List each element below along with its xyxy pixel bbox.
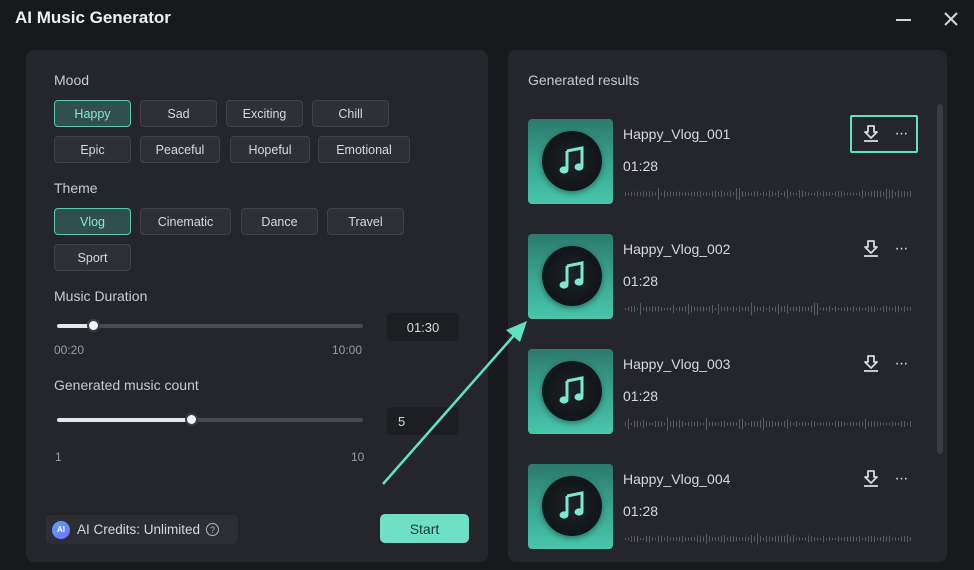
ai-credits-icon: AI <box>52 520 70 539</box>
mood-chip-epic[interactable]: Epic <box>54 136 131 163</box>
mood-chip-chill[interactable]: Chill <box>312 100 389 127</box>
download-icon[interactable] <box>862 469 880 489</box>
title-bar: AI Music Generator <box>0 0 974 38</box>
close-icon[interactable] <box>938 6 964 32</box>
start-button[interactable]: Start <box>380 514 469 543</box>
result-item[interactable]: Happy_Vlog_004 01:28 ··· <box>528 464 920 552</box>
theme-chip-sport[interactable]: Sport <box>54 244 131 271</box>
more-icon[interactable]: ··· <box>892 354 910 374</box>
result-thumbnail <box>528 119 613 204</box>
result-thumbnail <box>528 464 613 549</box>
result-item[interactable]: Happy_Vlog_002 01:28 ··· <box>528 234 920 322</box>
mood-chip-peaceful[interactable]: Peaceful <box>140 136 220 163</box>
music-note-icon <box>542 246 602 306</box>
minimize-icon[interactable] <box>891 6 917 32</box>
download-icon[interactable] <box>862 239 880 259</box>
duration-slider-track[interactable] <box>57 324 363 328</box>
mood-chip-happy[interactable]: Happy <box>54 100 131 127</box>
results-label: Generated results <box>528 72 640 88</box>
result-thumbnail <box>528 234 613 319</box>
download-icon[interactable] <box>862 354 880 374</box>
duration-value-field[interactable]: 01:30 <box>387 313 459 341</box>
theme-chip-cinematic[interactable]: Cinematic <box>140 208 231 235</box>
mood-chip-sad[interactable]: Sad <box>140 100 217 127</box>
result-name: Happy_Vlog_003 <box>623 356 731 372</box>
result-duration: 01:28 <box>623 388 659 404</box>
result-duration: 01:28 <box>623 503 659 519</box>
results-scrollbar[interactable] <box>937 104 943 454</box>
duration-min-label: 00:20 <box>54 343 85 357</box>
result-duration: 01:28 <box>623 158 659 174</box>
duration-label: Music Duration <box>54 288 148 304</box>
theme-chip-travel[interactable]: Travel <box>327 208 404 235</box>
music-note-icon <box>542 476 602 536</box>
duration-max-label: 10:00 <box>332 343 363 357</box>
count-max-label: 10 <box>351 450 365 464</box>
count-slider-track[interactable] <box>57 418 363 422</box>
app-title: AI Music Generator <box>15 8 171 27</box>
result-name: Happy_Vlog_002 <box>623 241 731 257</box>
count-slider-fill <box>57 418 192 422</box>
theme-chip-dance[interactable]: Dance <box>241 208 318 235</box>
music-note-icon <box>542 361 602 421</box>
result-duration: 01:28 <box>623 273 659 289</box>
more-icon[interactable]: ··· <box>892 239 910 259</box>
mood-chip-emotional[interactable]: Emotional <box>318 136 410 163</box>
help-icon[interactable]: ? <box>206 523 220 536</box>
count-label: Generated music count <box>54 377 199 393</box>
count-value-field[interactable]: 5 <box>387 407 459 435</box>
result-name: Happy_Vlog_004 <box>623 471 731 487</box>
result-thumbnail <box>528 349 613 434</box>
count-min-label: 1 <box>55 450 62 464</box>
ai-credits: AI AI Credits: Unlimited ? <box>46 515 238 544</box>
result-item[interactable]: Happy_Vlog_003 01:28 ··· <box>528 349 920 437</box>
ai-credits-text: AI Credits: Unlimited <box>77 522 201 537</box>
music-note-icon <box>542 131 602 191</box>
result-name: Happy_Vlog_001 <box>623 126 731 142</box>
mood-chip-hopeful[interactable]: Hopeful <box>230 136 310 163</box>
waveform <box>625 187 911 201</box>
mood-chip-exciting[interactable]: Exciting <box>226 100 303 127</box>
theme-label: Theme <box>54 180 98 196</box>
download-highlight-box <box>850 115 918 153</box>
more-icon[interactable]: ··· <box>892 469 910 489</box>
waveform <box>625 302 911 316</box>
waveform <box>625 417 911 431</box>
waveform <box>625 533 911 545</box>
theme-chip-vlog[interactable]: Vlog <box>54 208 131 235</box>
mood-label: Mood <box>54 72 90 88</box>
